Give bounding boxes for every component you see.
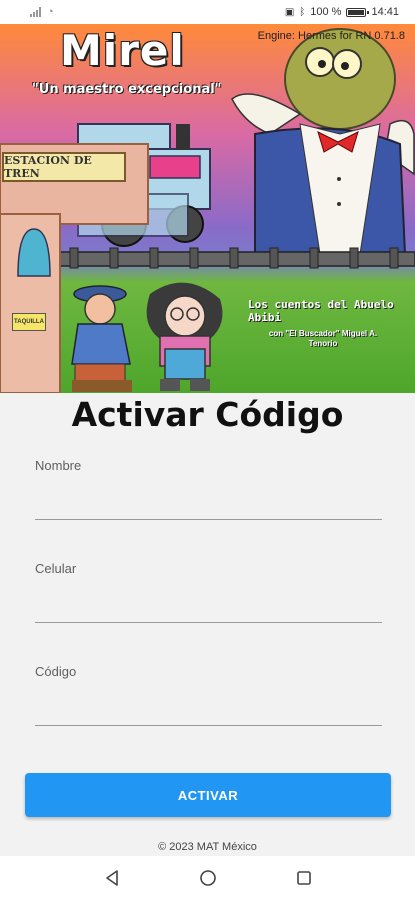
banner-image: Mirel "Un maestro excepcional" Engine: H…	[0, 24, 415, 393]
navigation-bar	[0, 856, 415, 900]
name-input[interactable]	[35, 487, 382, 509]
nfc-icon: ▣	[284, 6, 295, 18]
battery-text: 100 %	[310, 6, 342, 18]
footer-copyright: © 2023 MAT México	[158, 841, 257, 853]
home-icon[interactable]	[196, 866, 220, 890]
status-right: ▣ ᛒ 100 % 14:41	[285, 6, 399, 18]
battery-icon	[346, 7, 370, 17]
code-input[interactable]	[35, 693, 382, 715]
series-title: Los cuentos del Abuelo Abibi	[248, 298, 394, 324]
name-field[interactable]: Nombre	[35, 456, 382, 520]
status-bar: ◔ ▣ ᛒ 100 % 14:41	[0, 0, 415, 24]
phone-field[interactable]: Celular	[35, 559, 382, 623]
page-title: Activar Código	[71, 395, 344, 434]
station-sign: ESTACION DE TREN	[2, 152, 126, 182]
ticket-sign: TAQUILLA	[12, 313, 46, 331]
clock: 14:41	[371, 6, 399, 18]
code-field[interactable]: Código	[35, 662, 382, 726]
phone-label: Celular	[35, 561, 77, 576]
banner-subtitle: "Un maestro excepcional"	[32, 82, 222, 97]
credits: con "El Buscador" Miguel A. Tenorio	[268, 329, 378, 348]
wifi-icon: ◔	[47, 6, 54, 18]
activate-button[interactable]: ACTIVAR	[25, 773, 391, 817]
back-icon[interactable]	[100, 866, 124, 890]
signal-icon	[30, 7, 42, 17]
phone-input[interactable]	[35, 590, 382, 612]
banner-title: Mirel	[60, 26, 185, 75]
code-label: Código	[35, 664, 77, 679]
name-label: Nombre	[35, 458, 82, 473]
status-left: ◔	[30, 6, 54, 18]
bluetooth-icon: ᛒ	[299, 6, 306, 18]
engine-label: Engine: Hermes for RN 0.71.8	[257, 30, 405, 42]
recents-icon[interactable]	[292, 866, 316, 890]
